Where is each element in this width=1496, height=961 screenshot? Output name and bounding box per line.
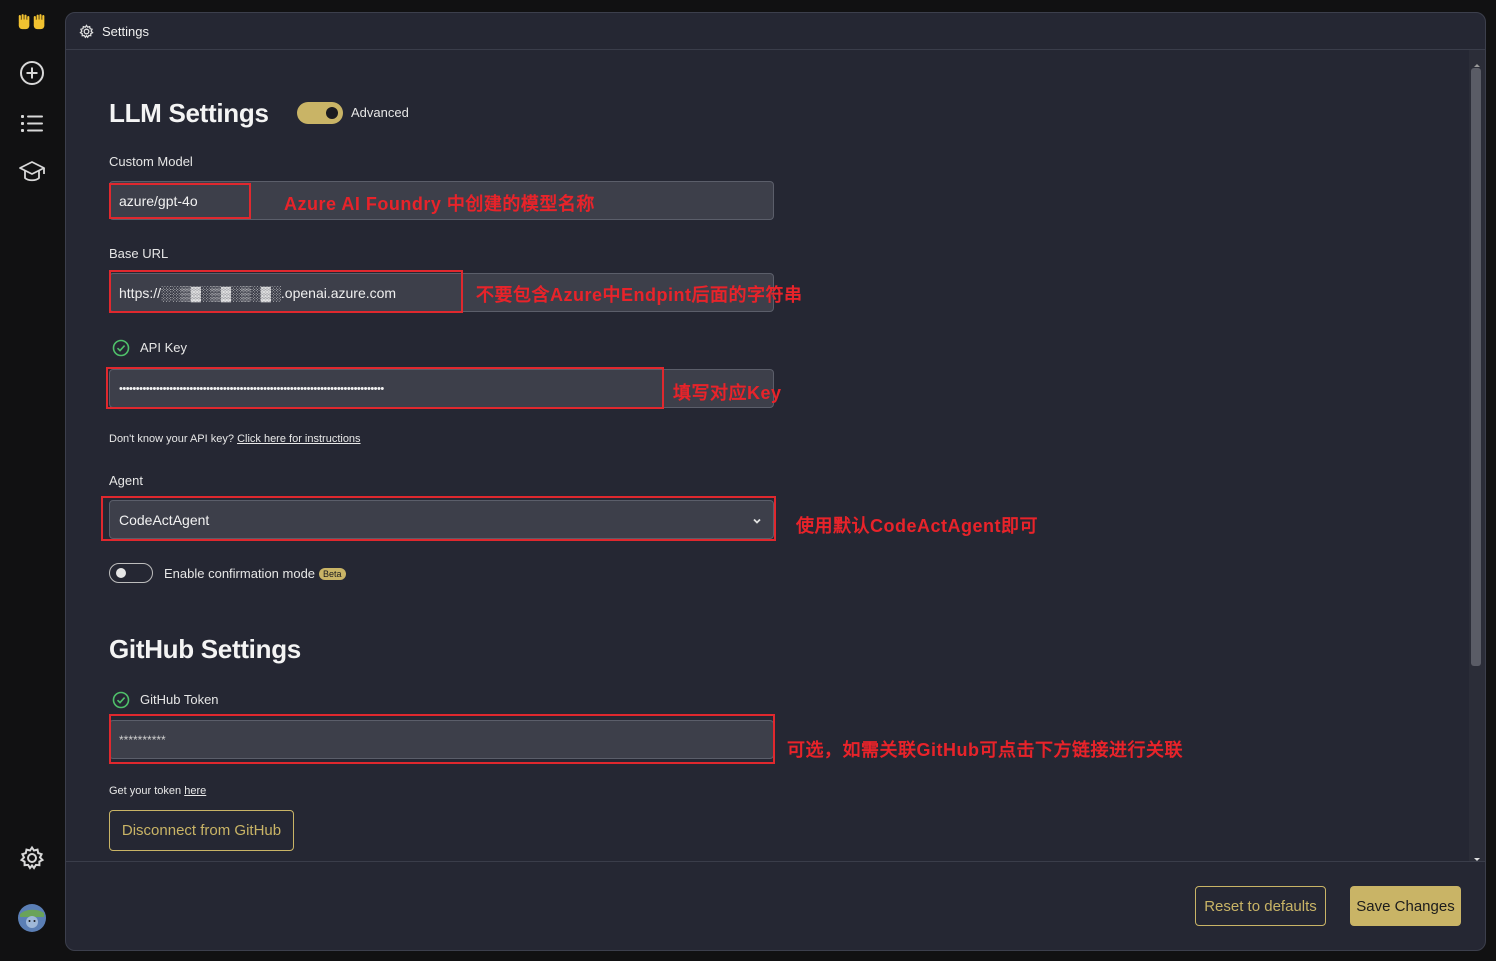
scrollbar-thumb[interactable]: [1471, 68, 1481, 666]
plus-circle-icon[interactable]: [17, 58, 47, 88]
github-token-label: GitHub Token: [140, 692, 219, 707]
settings-footer: Reset to defaults Save Changes: [66, 861, 1485, 950]
annotation-github: 可选，如需关联GitHub可点击下方链接进行关联: [787, 740, 1183, 760]
github-token-input[interactable]: **********: [109, 720, 774, 759]
disconnect-github-button[interactable]: Disconnect from GitHub: [109, 810, 294, 851]
settings-content: LLM Settings Advanced Custom Model azure…: [66, 50, 1469, 861]
advanced-label: Advanced: [351, 105, 409, 120]
confirmation-mode-label: Enable confirmation mode Beta: [164, 566, 346, 581]
beta-badge: Beta: [319, 568, 346, 580]
api-key-help: Don't know your API key? Click here for …: [109, 433, 361, 445]
save-changes-button[interactable]: Save Changes: [1350, 886, 1461, 926]
chevron-down-icon: [751, 514, 763, 530]
github-token-check-icon: [112, 691, 130, 714]
github-token-help-text: Get your token: [109, 785, 182, 797]
list-icon[interactable]: [17, 108, 47, 138]
github-settings-heading: GitHub Settings: [109, 634, 301, 664]
reset-defaults-button[interactable]: Reset to defaults: [1195, 886, 1326, 926]
settings-window: Settings LLM Settings Advanced Custom Mo…: [65, 12, 1486, 951]
api-key-instructions-link[interactable]: Click here for instructions: [237, 433, 361, 445]
graduation-cap-icon[interactable]: [17, 157, 47, 187]
scroll-up-arrow-icon[interactable]: [1472, 55, 1482, 73]
api-key-help-text: Don't know your API key?: [109, 433, 234, 445]
custom-model-label: Custom Model: [109, 154, 193, 169]
annotation-apikey: 填写对应Key: [673, 383, 782, 403]
sidebar: [0, 0, 64, 961]
confirmation-mode-toggle[interactable]: [109, 563, 153, 583]
base-url-label: Base URL: [109, 246, 169, 261]
agent-select[interactable]: CodeActAgent: [109, 500, 774, 539]
confirmation-mode-text: Enable confirmation mode: [164, 566, 316, 581]
window-title: Settings: [102, 23, 149, 39]
hands-logo-icon[interactable]: [17, 8, 47, 38]
annotation-agent: 使用默认CodeActAgent即可: [796, 516, 1038, 536]
settings-gear-icon[interactable]: [17, 843, 47, 873]
user-avatar[interactable]: [17, 903, 47, 933]
llm-settings-heading: LLM Settings: [109, 98, 269, 128]
settings-gear-small-icon: [79, 23, 94, 39]
agent-label: Agent: [109, 473, 143, 488]
annotation-baseurl: 不要包含Azure中Endpint后面的字符串: [476, 285, 803, 305]
window-titlebar: Settings: [66, 13, 1485, 50]
api-key-label: API Key: [140, 340, 187, 355]
advanced-toggle[interactable]: [297, 102, 343, 124]
agent-select-value: CodeActAgent: [119, 511, 210, 528]
api-key-check-icon: [112, 339, 130, 362]
github-token-link[interactable]: here: [184, 785, 206, 797]
github-token-help: Get your token here: [109, 785, 206, 797]
annotation-model: Azure AI Foundry 中创建的模型名称: [284, 194, 595, 214]
